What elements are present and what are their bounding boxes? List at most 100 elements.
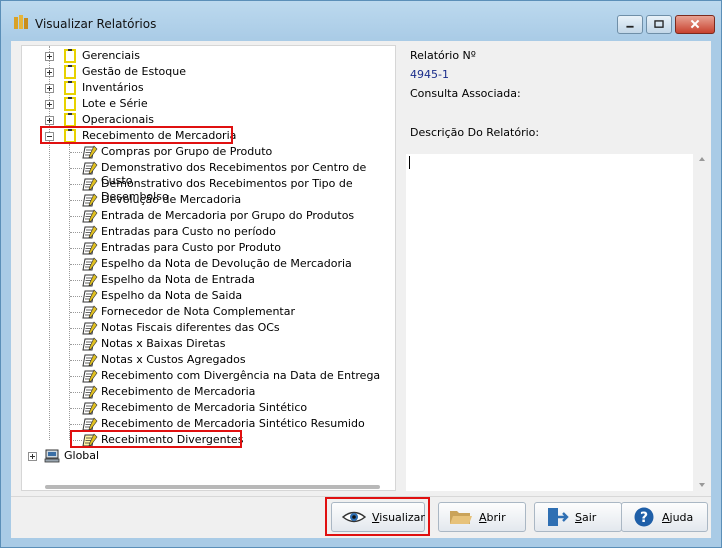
tree-vertical-scrollbar[interactable] <box>395 46 396 486</box>
tree-leaf-label[interactable]: Entrada de Mercadoria por Grupo do Produ… <box>101 209 354 222</box>
tree-leaf-label[interactable]: Compras por Grupo de Produto <box>101 145 272 158</box>
expander-plus-bar <box>49 86 50 91</box>
text-caret <box>409 156 410 169</box>
report-number-value: 4945-1 <box>410 68 449 81</box>
tree-leaf-label[interactable]: Recebimento de Mercadoria Sintético Resu… <box>101 417 365 430</box>
report-details-panel: Relatório Nº 4945-1 Consulta Associada: … <box>403 45 711 491</box>
report-viewer-window: Visualizar Relatórios Gerenciais Gestão d… <box>0 0 722 548</box>
tree-leaf-label[interactable]: Notas Fiscais diferentes das OCs <box>101 321 280 334</box>
report-document-icon <box>82 337 98 351</box>
folder-open-icon <box>450 511 472 524</box>
tree-expander-global[interactable] <box>28 452 37 461</box>
tree-node-label[interactable]: Inventários <box>82 81 144 94</box>
tree-leaf-label[interactable]: Fornecedor de Nota Complementar <box>101 305 295 318</box>
scroll-down-arrow-icon[interactable] <box>698 482 706 488</box>
tree-leaf-label[interactable]: Entradas para Custo no período <box>101 225 276 238</box>
report-document-icon <box>82 385 98 399</box>
tree-leaf-label[interactable]: Espelho da Nota de Entrada <box>101 273 255 286</box>
tree-expander-0[interactable] <box>45 52 54 61</box>
exit-button[interactable]: Sair <box>534 502 622 532</box>
tree-expander-3[interactable] <box>45 100 54 109</box>
tree-connector-branch <box>70 344 82 345</box>
report-document-icon <box>82 241 98 255</box>
tree-expander-4[interactable] <box>45 116 54 125</box>
tree-node-label[interactable]: Gestão de Estoque <box>82 65 186 78</box>
expander-plus-bar <box>49 102 50 107</box>
report-folder-icon <box>64 65 76 79</box>
exit-door-icon <box>548 508 569 526</box>
report-document-icon <box>82 273 98 287</box>
tree-leaf-label[interactable]: Recebimento de Mercadoria Sintético <box>101 401 307 414</box>
report-tree[interactable]: Gerenciais Gestão de Estoque Inventários Lo… <box>21 45 396 491</box>
open-button[interactable]: Abrir <box>438 502 526 532</box>
tree-leaf-label[interactable]: Recebimento com Divergência na Data de E… <box>101 369 380 382</box>
minimize-icon <box>626 25 634 28</box>
open-button-label: Abrir <box>479 511 506 524</box>
report-document-icon <box>82 401 98 415</box>
tree-connector-branch <box>70 200 82 201</box>
tree-horizontal-scroll-thumb[interactable] <box>45 485 380 489</box>
tree-connector-branch <box>70 392 82 393</box>
report-document-icon <box>82 353 98 367</box>
report-document-icon <box>82 305 98 319</box>
close-icon <box>690 19 700 29</box>
report-document-icon <box>82 369 98 383</box>
tree-node-label[interactable]: Operacionais <box>82 113 154 126</box>
title-bar[interactable]: Visualizar Relatórios <box>1 1 721 41</box>
view-button-highlight <box>325 497 430 536</box>
report-document-icon <box>82 289 98 303</box>
tree-leaf-label[interactable]: Recebimento de Mercadoria <box>101 385 255 398</box>
report-folder-icon <box>64 97 76 111</box>
tree-node-label[interactable]: Gerenciais <box>82 49 140 62</box>
report-document-icon <box>82 225 98 239</box>
report-folder-icon <box>64 113 76 127</box>
tree-connector-branch <box>70 184 82 185</box>
report-folder-icon <box>64 81 76 95</box>
window-title: Visualizar Relatórios <box>35 17 157 31</box>
maximize-button[interactable] <box>646 15 672 34</box>
tree-expander-1[interactable] <box>45 68 54 77</box>
description-textarea[interactable] <box>406 154 693 491</box>
report-document-icon <box>82 321 98 335</box>
expander-plus-bar <box>49 70 50 75</box>
tree-connector-branch <box>70 152 82 153</box>
help-button-label: Ajuda <box>662 511 694 524</box>
tree-leaf-label[interactable]: Espelho da Nota de Saida <box>101 289 242 302</box>
selected-report-highlight <box>70 430 242 448</box>
tree-connector-line <box>69 144 70 440</box>
close-button[interactable] <box>675 15 715 34</box>
report-document-icon <box>82 193 98 207</box>
report-document-icon <box>82 161 98 175</box>
tree-connector-branch <box>70 328 82 329</box>
description-scrollbar[interactable] <box>695 154 709 491</box>
minimize-button[interactable] <box>617 15 643 34</box>
report-folder-icon <box>64 49 76 63</box>
expander-plus-bar <box>49 118 50 123</box>
report-document-icon <box>82 209 98 223</box>
tree-expander-2[interactable] <box>45 84 54 93</box>
tree-leaf-label[interactable]: Espelho da Nota de Devolução de Mercador… <box>101 257 352 270</box>
help-button[interactable]: ? Ajuda <box>621 502 708 532</box>
report-document-icon <box>82 145 98 159</box>
tree-leaf-label[interactable]: Entradas para Custo por Produto <box>101 241 281 254</box>
tree-leaf-label[interactable]: Notas x Custos Agregados <box>101 353 246 366</box>
report-document-icon <box>82 257 98 271</box>
query-label: Consulta Associada: <box>410 87 521 100</box>
tree-node-label[interactable]: Lote e Série <box>82 97 148 110</box>
tree-connector-branch <box>70 424 82 425</box>
expander-plus-bar <box>49 54 50 59</box>
description-label: Descrição Do Relatório: <box>410 126 540 139</box>
tree-leaf-label[interactable]: Devolução de Mercadoria <box>101 193 241 206</box>
report-document-icon <box>82 417 98 431</box>
report-document-icon <box>82 177 98 191</box>
tree-connector-branch <box>70 216 82 217</box>
tree-connector-branch <box>70 248 82 249</box>
tree-connector-branch <box>70 296 82 297</box>
maximize-icon <box>654 20 664 28</box>
scroll-up-arrow-icon[interactable] <box>698 156 706 162</box>
tree-connector-branch <box>70 360 82 361</box>
client-area: Gerenciais Gestão de Estoque Inventários Lo… <box>11 41 711 538</box>
tree-node-global-label[interactable]: Global <box>64 449 99 462</box>
svg-text:?: ? <box>640 510 648 526</box>
tree-leaf-label[interactable]: Notas x Baixas Diretas <box>101 337 225 350</box>
